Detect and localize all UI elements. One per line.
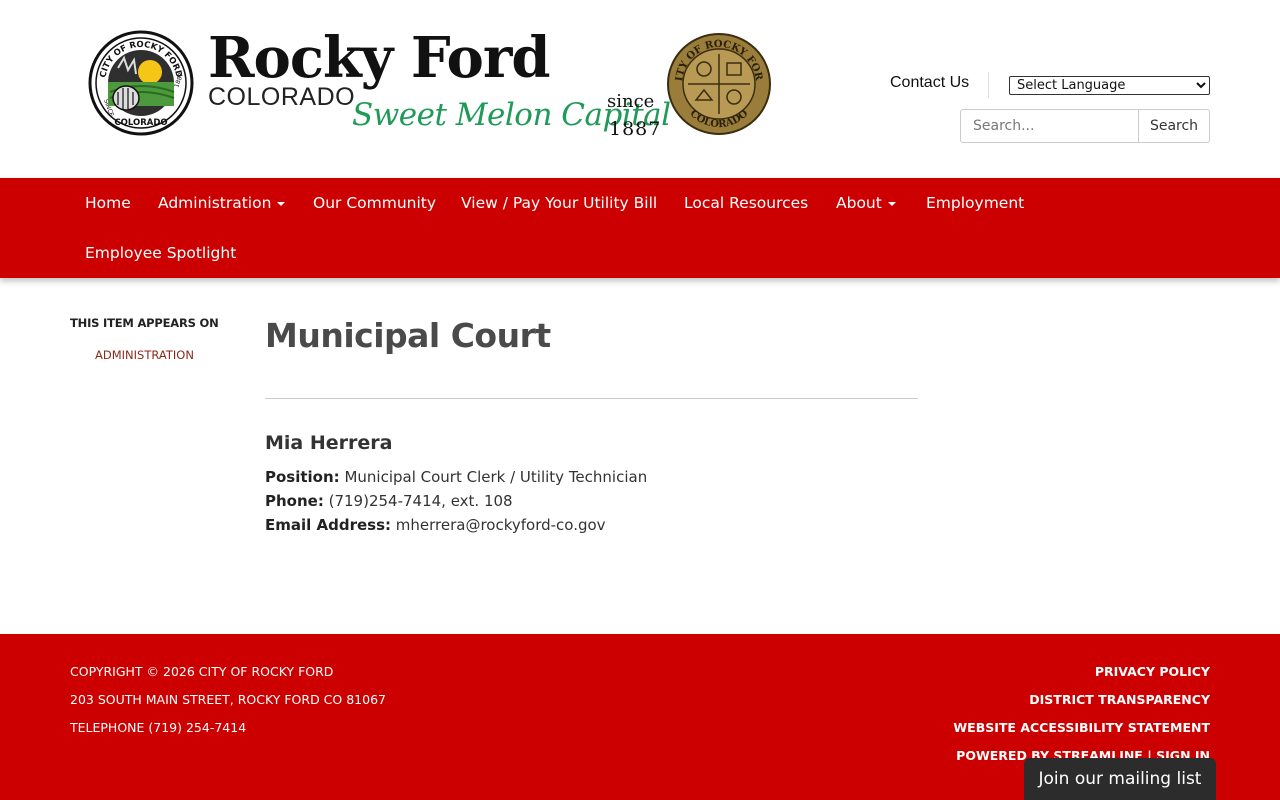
email-label: Email Address: [265, 516, 392, 534]
nav-about[interactable]: About [836, 178, 896, 228]
caret-down-icon [887, 201, 896, 206]
search-button[interactable]: Search [1138, 109, 1210, 143]
site-logo[interactable]: CITY OF ROCKY FORD COLORADO SINCE 1887 R… [88, 28, 778, 140]
mailing-list-button[interactable]: Join our mailing list [1024, 758, 1216, 800]
appears-on-heading: THIS ITEM APPEARS ON [70, 316, 219, 330]
nav-employment[interactable]: Employment [926, 178, 1024, 228]
nav-utility-bill[interactable]: View / Pay Your Utility Bill [461, 178, 657, 228]
logo-year: 1887 [609, 118, 662, 140]
nav-label: Employee Spotlight [85, 244, 237, 262]
footer-telephone: TELEPHONE (719) 254-7414 [70, 720, 247, 735]
main-nav: Home Administration Our Community View /… [0, 178, 1280, 278]
staff-name: Mia Herrera [265, 432, 393, 454]
appears-on-link[interactable]: ADMINISTRATION [95, 348, 194, 362]
caret-down-icon [277, 201, 286, 206]
nav-label: Our Community [313, 194, 437, 212]
logo-since: since [607, 91, 655, 112]
nav-label: View / Pay Your Utility Bill [461, 194, 658, 212]
email-value[interactable]: mherrera@rockyford-co.gov [396, 516, 606, 534]
footer-copyright: COPYRIGHT © 2026 CITY OF ROCKY FORD [70, 664, 334, 679]
position-label: Position: [265, 468, 340, 486]
nav-local-resources[interactable]: Local Resources [684, 178, 808, 228]
nav-label: About [836, 194, 882, 212]
logo-state: COLORADO [208, 83, 356, 111]
contact-us-link[interactable]: Contact Us [890, 74, 969, 92]
divider [265, 398, 918, 399]
staff-position: Position: Municipal Court Clerk / Utilit… [265, 468, 647, 486]
district-transparency-link[interactable]: DISTRICT TRANSPARENCY [1029, 692, 1210, 707]
city-seal-right-icon: CITY OF ROCKY FORD COLORADO [666, 32, 771, 135]
svg-text:COLORADO: COLORADO [114, 118, 167, 128]
logo-title: Rocky Ford [208, 25, 551, 91]
site-header: CITY OF ROCKY FORD COLORADO SINCE 1887 R… [0, 0, 1280, 178]
nav-label: Local Resources [684, 194, 809, 212]
page-title: Municipal Court [265, 316, 551, 355]
nav-administration[interactable]: Administration [158, 178, 286, 228]
footer-address: 203 SOUTH MAIN STREET, ROCKY FORD CO 810… [70, 692, 386, 707]
city-seal-left-icon: CITY OF ROCKY FORD COLORADO SINCE 1887 [88, 30, 194, 136]
search-input[interactable] [960, 109, 1138, 143]
nav-label: Employment [926, 194, 1025, 212]
staff-email: Email Address: mherrera@rockyford-co.gov [265, 516, 606, 534]
privacy-policy-link[interactable]: PRIVACY POLICY [1095, 664, 1210, 679]
nav-label: Home [85, 194, 131, 212]
phone-value: (719)254-7414, ext. 108 [328, 492, 513, 510]
accessibility-statement-link[interactable]: WEBSITE ACCESSIBILITY STATEMENT [953, 720, 1210, 735]
search-form: Search [960, 109, 1210, 143]
position-value: Municipal Court Clerk / Utility Technici… [344, 468, 648, 486]
nav-home[interactable]: Home [85, 178, 131, 228]
nav-our-community[interactable]: Our Community [313, 178, 436, 228]
nav-employee-spotlight[interactable]: Employee Spotlight [85, 228, 236, 278]
staff-phone: Phone: (719)254-7414, ext. 108 [265, 492, 513, 510]
nav-label: Administration [158, 194, 272, 212]
language-select[interactable]: Select Language [1009, 76, 1210, 95]
header-divider [988, 72, 989, 98]
phone-label: Phone: [265, 492, 324, 510]
